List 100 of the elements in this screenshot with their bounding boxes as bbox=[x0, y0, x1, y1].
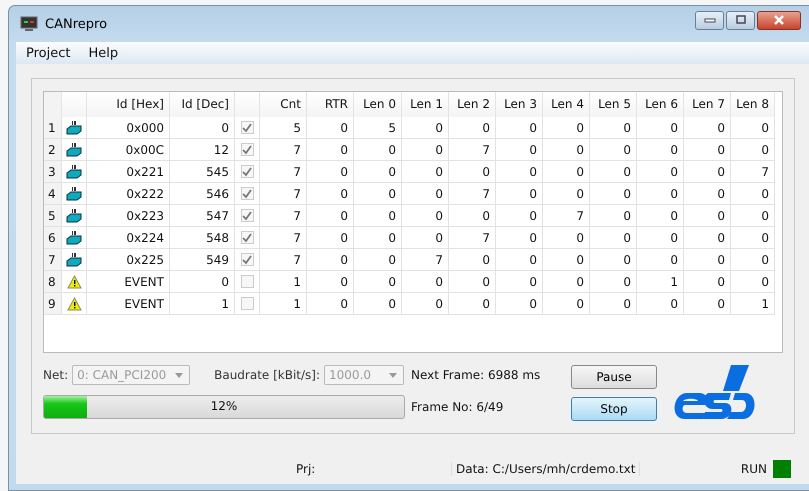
column-header[interactable]: Id [Hex] bbox=[87, 92, 170, 117]
warning-icon bbox=[66, 296, 82, 310]
table-cell: 0x223 bbox=[87, 205, 170, 227]
table-cell: 0 bbox=[449, 271, 496, 293]
table-cell: 0 bbox=[731, 183, 775, 205]
column-header[interactable]: Len 4 bbox=[543, 92, 590, 117]
column-header[interactable]: Len 8 bbox=[731, 92, 775, 117]
column-header[interactable]: Len 2 bbox=[449, 92, 496, 117]
checkbox[interactable] bbox=[240, 253, 254, 266]
table-cell: 7 bbox=[543, 205, 590, 227]
checkbox[interactable] bbox=[240, 121, 254, 134]
checkbox[interactable] bbox=[240, 275, 254, 288]
table-cell: 0 bbox=[402, 117, 449, 139]
table-cell: 1 bbox=[260, 293, 307, 315]
table-cell: 7 bbox=[731, 161, 775, 183]
table-cell: 0 bbox=[684, 183, 731, 205]
checkbox[interactable] bbox=[240, 297, 254, 310]
table-cell: 0 bbox=[354, 227, 402, 249]
table-cell: 7 bbox=[449, 139, 496, 161]
table-cell: 0 bbox=[354, 183, 402, 205]
table-cell: 7 bbox=[260, 227, 307, 249]
monitor-icon bbox=[20, 16, 38, 32]
table-cell: 0 bbox=[731, 205, 775, 227]
table-cell: 0x225 bbox=[87, 249, 170, 271]
table-cell: 0 bbox=[307, 183, 354, 205]
table-cell: 0 bbox=[731, 117, 775, 139]
column-header[interactable]: RTR bbox=[307, 92, 354, 117]
table-cell: 0 bbox=[637, 117, 684, 139]
menu-item[interactable]: Help bbox=[88, 46, 118, 60]
table-cell: 546 bbox=[170, 183, 235, 205]
checkbox[interactable] bbox=[240, 165, 254, 178]
table-cell: 0 bbox=[684, 271, 731, 293]
progress-text: 12% bbox=[210, 399, 238, 413]
checkbox[interactable] bbox=[240, 187, 254, 200]
table-cell: 0 bbox=[731, 249, 775, 271]
table-cell: 12 bbox=[170, 139, 235, 161]
table-cell: 0x224 bbox=[87, 227, 170, 249]
checkbox[interactable] bbox=[240, 231, 254, 244]
table-cell: 1 bbox=[170, 293, 235, 315]
column-header[interactable]: Len 5 bbox=[590, 92, 637, 117]
table-cell: 0 bbox=[496, 227, 543, 249]
table-cell: 0 bbox=[170, 117, 235, 139]
table-cell: 0 bbox=[684, 293, 731, 315]
menu-item[interactable]: Project bbox=[26, 46, 70, 60]
table-cell: 0 bbox=[307, 227, 354, 249]
column-header[interactable]: Len 0 bbox=[354, 92, 402, 117]
next-frame-text: Next Frame: 6988 ms bbox=[411, 368, 542, 382]
table-cell: 0 bbox=[402, 139, 449, 161]
checkbox[interactable] bbox=[240, 143, 254, 156]
id-message-icon bbox=[66, 120, 82, 136]
column-header[interactable]: Id [Dec] bbox=[170, 92, 235, 117]
table-cell: 0 bbox=[731, 271, 775, 293]
table-cell: 0 bbox=[354, 249, 402, 271]
table-cell: 0x00C bbox=[87, 139, 170, 161]
project-status: Prj: bbox=[296, 462, 316, 476]
column-header[interactable]: Cnt bbox=[260, 92, 307, 117]
table-cell: 0 bbox=[354, 205, 402, 227]
row-number: 2 bbox=[44, 139, 62, 161]
id-message-icon bbox=[66, 208, 82, 224]
table-cell: 0 bbox=[354, 161, 402, 183]
column-header[interactable]: Len 1 bbox=[402, 92, 449, 117]
table-cell: 7 bbox=[449, 183, 496, 205]
table-cell: 0 bbox=[637, 205, 684, 227]
table-cell: 0 bbox=[637, 249, 684, 271]
close-button[interactable] bbox=[757, 10, 801, 30]
column-header[interactable]: Len 3 bbox=[496, 92, 543, 117]
table-cell: 7 bbox=[449, 227, 496, 249]
table-cell: 0 bbox=[637, 139, 684, 161]
table-cell: 545 bbox=[170, 161, 235, 183]
table-cell: 0 bbox=[496, 205, 543, 227]
table-cell: 0 bbox=[307, 161, 354, 183]
id-message-icon bbox=[66, 142, 82, 158]
table-cell: 0 bbox=[449, 161, 496, 183]
action-button[interactable]: Pause bbox=[571, 365, 657, 389]
action-button[interactable]: Stop bbox=[571, 397, 657, 421]
minimize-button[interactable] bbox=[695, 10, 724, 30]
run-status: RUN bbox=[740, 462, 767, 476]
table-cell: 0 bbox=[543, 227, 590, 249]
row-number: 4 bbox=[44, 183, 62, 205]
table-cell: 0 bbox=[731, 227, 775, 249]
maximize-icon bbox=[734, 15, 746, 25]
row-number: 9 bbox=[44, 293, 62, 315]
table-cell: 0 bbox=[307, 249, 354, 271]
table-cell: 0 bbox=[449, 249, 496, 271]
table-cell: 0 bbox=[307, 117, 354, 139]
table-cell: 7 bbox=[260, 183, 307, 205]
table-cell: 0 bbox=[684, 139, 731, 161]
table-cell: 0 bbox=[684, 249, 731, 271]
table-cell: 0 bbox=[590, 249, 637, 271]
id-message-icon bbox=[66, 252, 82, 268]
column-header[interactable]: Len 6 bbox=[637, 92, 684, 117]
maximize-button[interactable] bbox=[726, 10, 755, 30]
table-cell: 0 bbox=[590, 293, 637, 315]
table-cell: 0 bbox=[402, 183, 449, 205]
column-header[interactable]: Len 7 bbox=[684, 92, 731, 117]
table-cell: 0x221 bbox=[87, 161, 170, 183]
dropdown-caret-icon bbox=[389, 372, 398, 378]
row-number: 5 bbox=[44, 205, 62, 227]
checkbox[interactable] bbox=[240, 209, 254, 222]
table-cell: 0 bbox=[307, 271, 354, 293]
